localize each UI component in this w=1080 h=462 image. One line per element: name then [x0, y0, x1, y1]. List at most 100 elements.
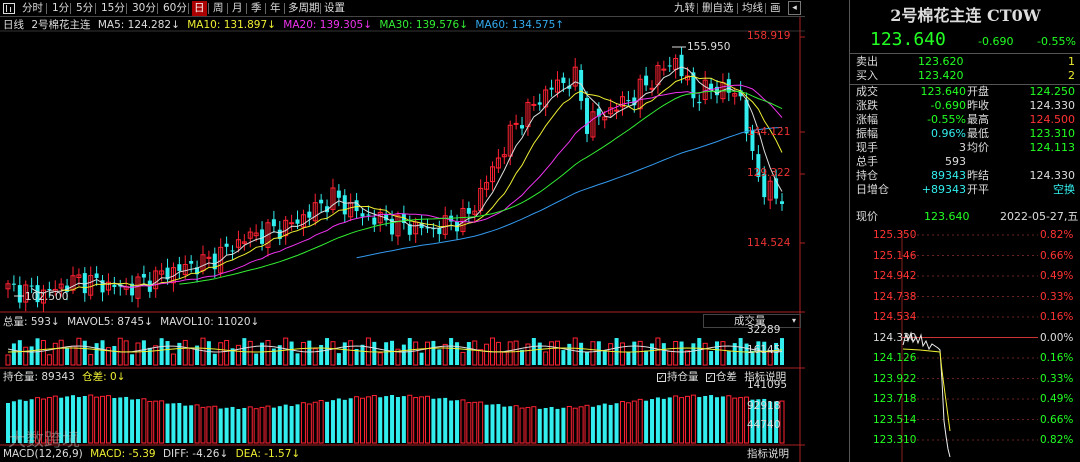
oi-bar-down	[289, 405, 294, 443]
period-tab-fenshi[interactable]: 分时	[20, 1, 45, 16]
volume-bar-up	[76, 337, 82, 366]
candle-body-down	[366, 214, 371, 216]
volume-bar-down	[567, 343, 572, 365]
volume-bar-up	[135, 342, 141, 366]
oi-bar-down	[543, 407, 548, 443]
period-tab-15min[interactable]: 15分	[99, 1, 127, 16]
period-tab-year[interactable]: 年	[268, 1, 283, 16]
oi-legend: 持仓量: 89343 仓差: 0↓	[3, 370, 129, 384]
mini-price-tick: 124.330	[873, 331, 917, 344]
oi-value: 持仓量: 89343	[3, 371, 75, 383]
candle-body-down	[585, 97, 590, 134]
kline-chart[interactable]: 155.950 102.500 日线 2号棉花主连 MA5: 124.282↓ M…	[0, 17, 805, 462]
volume-bar-up	[549, 341, 555, 366]
period-tab-1min[interactable]: 1分	[50, 1, 71, 16]
candle-body-down	[230, 250, 235, 252]
volume-bar-up	[543, 351, 549, 366]
mini-price-tick: 125.350	[873, 229, 917, 241]
volume-bar-down	[561, 350, 566, 365]
oi-bar-down	[124, 396, 129, 443]
last-price: 123.640	[870, 29, 946, 50]
chart-icon[interactable]	[3, 3, 15, 14]
candle-body-down	[271, 219, 276, 227]
period-tab-60min[interactable]: 60分	[161, 1, 189, 16]
volume-bar-up	[684, 350, 690, 366]
oi-bar-down	[715, 397, 720, 443]
candle-body-up	[531, 103, 537, 106]
mini-pct-tick: 0.33%	[1040, 290, 1074, 303]
multi-period-button[interactable]: 多周期	[286, 1, 322, 16]
divider	[737, 3, 738, 14]
divider	[227, 3, 228, 14]
volume-bar-down	[289, 341, 294, 365]
diff-checkbox[interactable]: ✓	[705, 373, 715, 382]
mini-price-tick: 125.146	[873, 249, 917, 262]
oi-bar-up	[519, 407, 525, 444]
oi-bar-down	[437, 398, 442, 443]
period-tab-5min[interactable]: 5分	[74, 1, 95, 16]
oi-bar-down	[401, 396, 406, 443]
mavol5-value: MAVOL5: 8745↓	[67, 316, 153, 328]
macd-explain-label: 指标说明	[747, 448, 789, 460]
volume-bar-down	[401, 344, 406, 365]
oi-bar-down	[449, 400, 454, 443]
oi-bar-down	[82, 396, 87, 443]
oi-bar-up	[153, 400, 159, 444]
volume-bar-up	[218, 342, 224, 366]
draw-button[interactable]: 画	[768, 1, 783, 16]
ma60-value: MA60: 134.575↑	[475, 19, 565, 31]
candle-body-down	[466, 208, 471, 214]
oi-bar-up	[141, 398, 147, 444]
volume-bar-up	[472, 340, 478, 366]
volume-bar-up	[377, 352, 383, 366]
quote-line: 123.640 -0.690 -0.55%	[850, 29, 1080, 51]
oi-bar-up	[584, 404, 590, 444]
candle-body-down	[307, 211, 312, 218]
macd-explain-link[interactable]: 指标说明	[747, 447, 793, 461]
period-tab-month[interactable]: 月	[230, 1, 245, 16]
mini-pct-tick: 0.49%	[1040, 270, 1074, 282]
volume-bar-down	[455, 342, 460, 365]
oi-bar-down	[502, 406, 507, 443]
stat-label: 昨收	[967, 99, 989, 112]
divider	[208, 3, 209, 14]
settings-button[interactable]: 设置	[322, 1, 347, 16]
oi-bar-up	[100, 395, 106, 444]
candle-body-down	[11, 283, 16, 285]
remove-favorite-button[interactable]: 删自选	[700, 1, 736, 16]
oi-bar-up	[265, 405, 271, 444]
oi-bar-up	[578, 406, 584, 444]
volume-bar-down	[307, 340, 312, 365]
intraday-mini-chart[interactable]: 125.350 0.82% 125.146 0.66% 124.942 0.49% 124.…	[850, 229, 1080, 462]
candle-body-down	[29, 285, 34, 287]
kline-canvas[interactable]: 155.950 102.500	[0, 17, 805, 462]
period-tab-week[interactable]: 周	[211, 1, 226, 16]
candle-body-down	[697, 101, 702, 104]
chevron-left-icon[interactable]: ◂	[788, 1, 801, 15]
volume-bar-down	[650, 343, 655, 365]
stats-row: 涨幅 -0.55% 最高 124.500	[850, 114, 1080, 126]
macd-value: MACD: -5.39	[90, 448, 156, 460]
dea-value: DEA: -1.57↓	[235, 448, 301, 460]
intraday-canvas[interactable]	[850, 231, 1080, 462]
jiuzhuan-button[interactable]: 九转	[672, 1, 697, 16]
volume-bar-up	[442, 343, 448, 366]
candle-body-up	[649, 87, 655, 90]
volume-bar-up	[235, 344, 241, 366]
period-tab-season[interactable]: 季	[249, 1, 264, 16]
stat-label: 持仓	[856, 169, 878, 182]
oi-bar-up	[679, 397, 685, 444]
oi-bar-down	[171, 403, 176, 443]
oi-checkbox[interactable]: ✓	[657, 373, 666, 382]
mini-price-tick: 123.310	[873, 434, 917, 446]
period-tab-day[interactable]: 日	[192, 1, 207, 16]
stat-label: 涨幅	[856, 113, 878, 126]
oi-bar-up	[726, 395, 732, 444]
oi-bar-down	[224, 407, 229, 443]
ma5-value: MA5: 124.282↓	[97, 19, 180, 31]
candle-body-down	[354, 200, 359, 212]
period-tab-30min[interactable]: 30分	[130, 1, 158, 16]
oi-bar-down	[720, 396, 725, 443]
ma-line-button[interactable]: 均线	[740, 1, 765, 16]
diff-value: DIFF: -4.26↓	[162, 448, 229, 460]
